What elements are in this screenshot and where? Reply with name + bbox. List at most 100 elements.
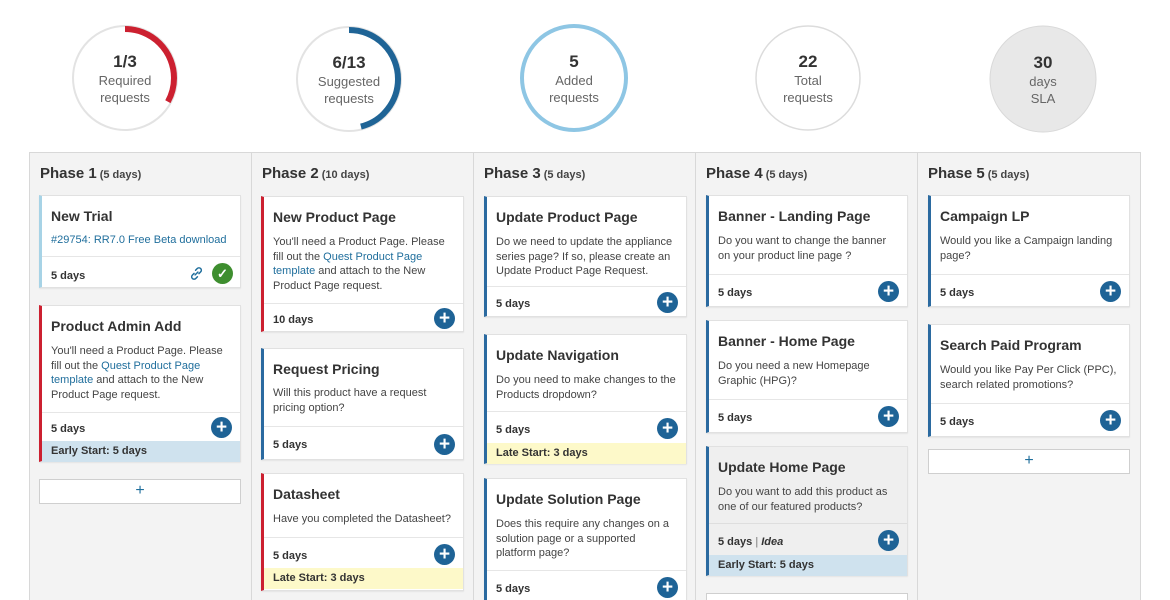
card-title: Campaign LP <box>940 208 1030 224</box>
request-card-banner-landing-page[interactable]: Banner - Landing Page Do you want to cha… <box>706 195 908 307</box>
card-description: Do you want to change the banner on your… <box>718 235 887 262</box>
add-request-button[interactable]: + <box>434 434 455 455</box>
request-card-new-trial[interactable]: New Trial #29754: RR7.0 Free Beta downlo… <box>39 195 241 288</box>
phase-title: Phase 2 <box>262 165 319 182</box>
phase-column-4: Phase 4 (5 days) Banner - Landing Page Do… <box>696 153 918 600</box>
card-title: Request Pricing <box>273 361 380 377</box>
card-description: Would you like a Campaign landing page? <box>940 235 1113 262</box>
phase-header: Phase 4 (5 days) <box>706 165 807 183</box>
stat-label: SLA <box>1030 90 1056 106</box>
request-card-update-solution-page[interactable]: Update Solution Page Does this require a… <box>484 478 687 600</box>
stat-value: 30 <box>1033 52 1053 72</box>
phase-days: (10 days) <box>321 169 370 181</box>
add-request-button[interactable]: + <box>878 406 899 427</box>
request-card-search-paid-program[interactable]: Search Paid Program Would you like Pay P… <box>928 324 1130 437</box>
card-footer: 5 days + <box>264 426 463 460</box>
add-card-button[interactable]: + <box>928 449 1130 474</box>
stat-label: requests <box>324 90 374 106</box>
add-request-button[interactable]: + <box>878 530 899 551</box>
stat-label: Total <box>794 72 822 88</box>
early-start-banner: Early Start: 5 days <box>709 555 907 576</box>
phase-column-5: Phase 5 (5 days) Campaign LP Would you li… <box>918 153 1140 600</box>
request-card-campaign-lp[interactable]: Campaign LP Would you like a Campaign la… <box>928 195 1130 307</box>
request-card-update-product-page[interactable]: Update Product Page Do we need to update… <box>484 196 687 317</box>
card-footer: 5 days + <box>931 403 1129 437</box>
stat-suggested: 6/13 Suggested requests <box>295 25 403 133</box>
stat-label: days <box>1029 73 1057 89</box>
add-request-button[interactable]: + <box>1100 410 1121 431</box>
card-title: Update Home Page <box>718 459 846 475</box>
stat-added: 5 Added requests <box>520 24 628 132</box>
card-footer: 5 days | Idea + <box>709 523 907 556</box>
card-days: 5 days <box>273 550 308 562</box>
card-days: 5 days <box>496 424 531 436</box>
phase-title: Phase 1 <box>40 165 97 182</box>
phase-header: Phase 5 (5 days) <box>928 165 1029 183</box>
card-days: 5 days | Idea <box>718 536 783 548</box>
card-description: Have you completed the Datasheet? <box>273 513 451 525</box>
request-card-update-home-page[interactable]: Update Home Page Do you want to add this… <box>706 446 908 576</box>
phase-title: Phase 4 <box>706 165 763 182</box>
request-card-product-admin-add[interactable]: Product Admin Add You'll need a Product … <box>39 305 241 462</box>
card-days: 5 days <box>718 287 753 299</box>
stat-label: Required <box>98 72 152 88</box>
stat-value: 1/3 <box>113 51 137 71</box>
phase-days: (5 days) <box>765 169 808 181</box>
separator: | <box>755 536 759 548</box>
phase-days: (5 days) <box>987 169 1030 181</box>
phase-column-2: Phase 2 (10 days) New Product Page You'll… <box>252 153 474 600</box>
request-card-datasheet[interactable]: Datasheet Have you completed the Datashe… <box>261 473 464 591</box>
phase-days: (5 days) <box>99 169 142 181</box>
late-start-banner: Late Start: 3 days <box>264 568 463 589</box>
card-description: You'll need a Product Page. Please fill … <box>51 344 232 402</box>
card-title: Update Navigation <box>496 347 619 363</box>
card-days: 5 days <box>273 439 308 451</box>
request-card-request-pricing[interactable]: Request Pricing Will this product have a… <box>261 348 464 460</box>
card-footer: 5 days <box>42 256 240 288</box>
add-request-button[interactable]: + <box>657 292 678 313</box>
add-request-button[interactable]: + <box>657 418 678 439</box>
request-card-new-product-page[interactable]: New Product Page You'll need a Product P… <box>261 196 464 332</box>
card-footer: 5 days + <box>487 286 686 317</box>
add-request-button[interactable]: + <box>211 417 232 438</box>
card-days: 5 days <box>940 416 975 428</box>
phase-title: Phase 3 <box>484 165 541 182</box>
idea-tag: Idea <box>761 536 784 548</box>
phase-header: Phase 1 (5 days) <box>40 165 141 183</box>
phase-days: (5 days) <box>543 169 586 181</box>
stat-label: Added <box>555 72 593 88</box>
card-footer: 10 days + <box>264 303 463 333</box>
phase-column-3: Phase 3 (5 days) Update Product Page Do w… <box>474 153 696 600</box>
card-description: Does this require any changes on a solut… <box>496 518 670 559</box>
stat-total: 22 Total requests <box>754 24 862 132</box>
add-request-button[interactable]: + <box>657 577 678 598</box>
request-card-update-navigation[interactable]: Update Navigation Do you need to make ch… <box>484 334 687 464</box>
request-card-banner-home-page[interactable]: Banner - Home Page Do you need a new Hom… <box>706 320 908 433</box>
stat-label: requests <box>100 89 150 105</box>
late-start-banner: Late Start: 3 days <box>487 443 686 464</box>
add-card-button[interactable]: + <box>39 479 241 504</box>
early-start-banner: Early Start: 5 days <box>42 441 240 462</box>
stat-value: 6/13 <box>332 52 366 72</box>
card-description: You'll need a Product Page. Please fill … <box>273 235 455 293</box>
card-title: New Product Page <box>273 209 396 225</box>
card-days: 5 days <box>496 583 531 595</box>
stat-value: 5 <box>569 51 579 71</box>
phase-board: Phase 1 (5 days) New Trial #29754: RR7.0 … <box>29 152 1141 600</box>
link-icon[interactable] <box>189 266 204 281</box>
add-request-button[interactable]: + <box>434 308 455 329</box>
card-footer: 5 days + <box>42 412 240 442</box>
card-footer: 5 days + <box>931 274 1129 307</box>
card-description: Do you need to make changes to the Produ… <box>496 374 676 401</box>
card-title: New Trial <box>51 208 113 224</box>
add-request-button[interactable]: + <box>878 281 899 302</box>
card-title: Banner - Home Page <box>718 333 855 349</box>
card-days: 5 days <box>718 412 753 424</box>
add-request-button[interactable]: + <box>1100 281 1121 302</box>
card-ticket-link[interactable]: #29754: RR7.0 Free Beta download <box>51 234 227 246</box>
add-request-button[interactable]: + <box>434 544 455 565</box>
card-footer: 5 days + <box>487 570 686 600</box>
stat-label: requests <box>549 89 599 105</box>
card-description: Will this product have a request pricing… <box>273 387 427 414</box>
add-card-button-partial[interactable] <box>706 593 908 600</box>
